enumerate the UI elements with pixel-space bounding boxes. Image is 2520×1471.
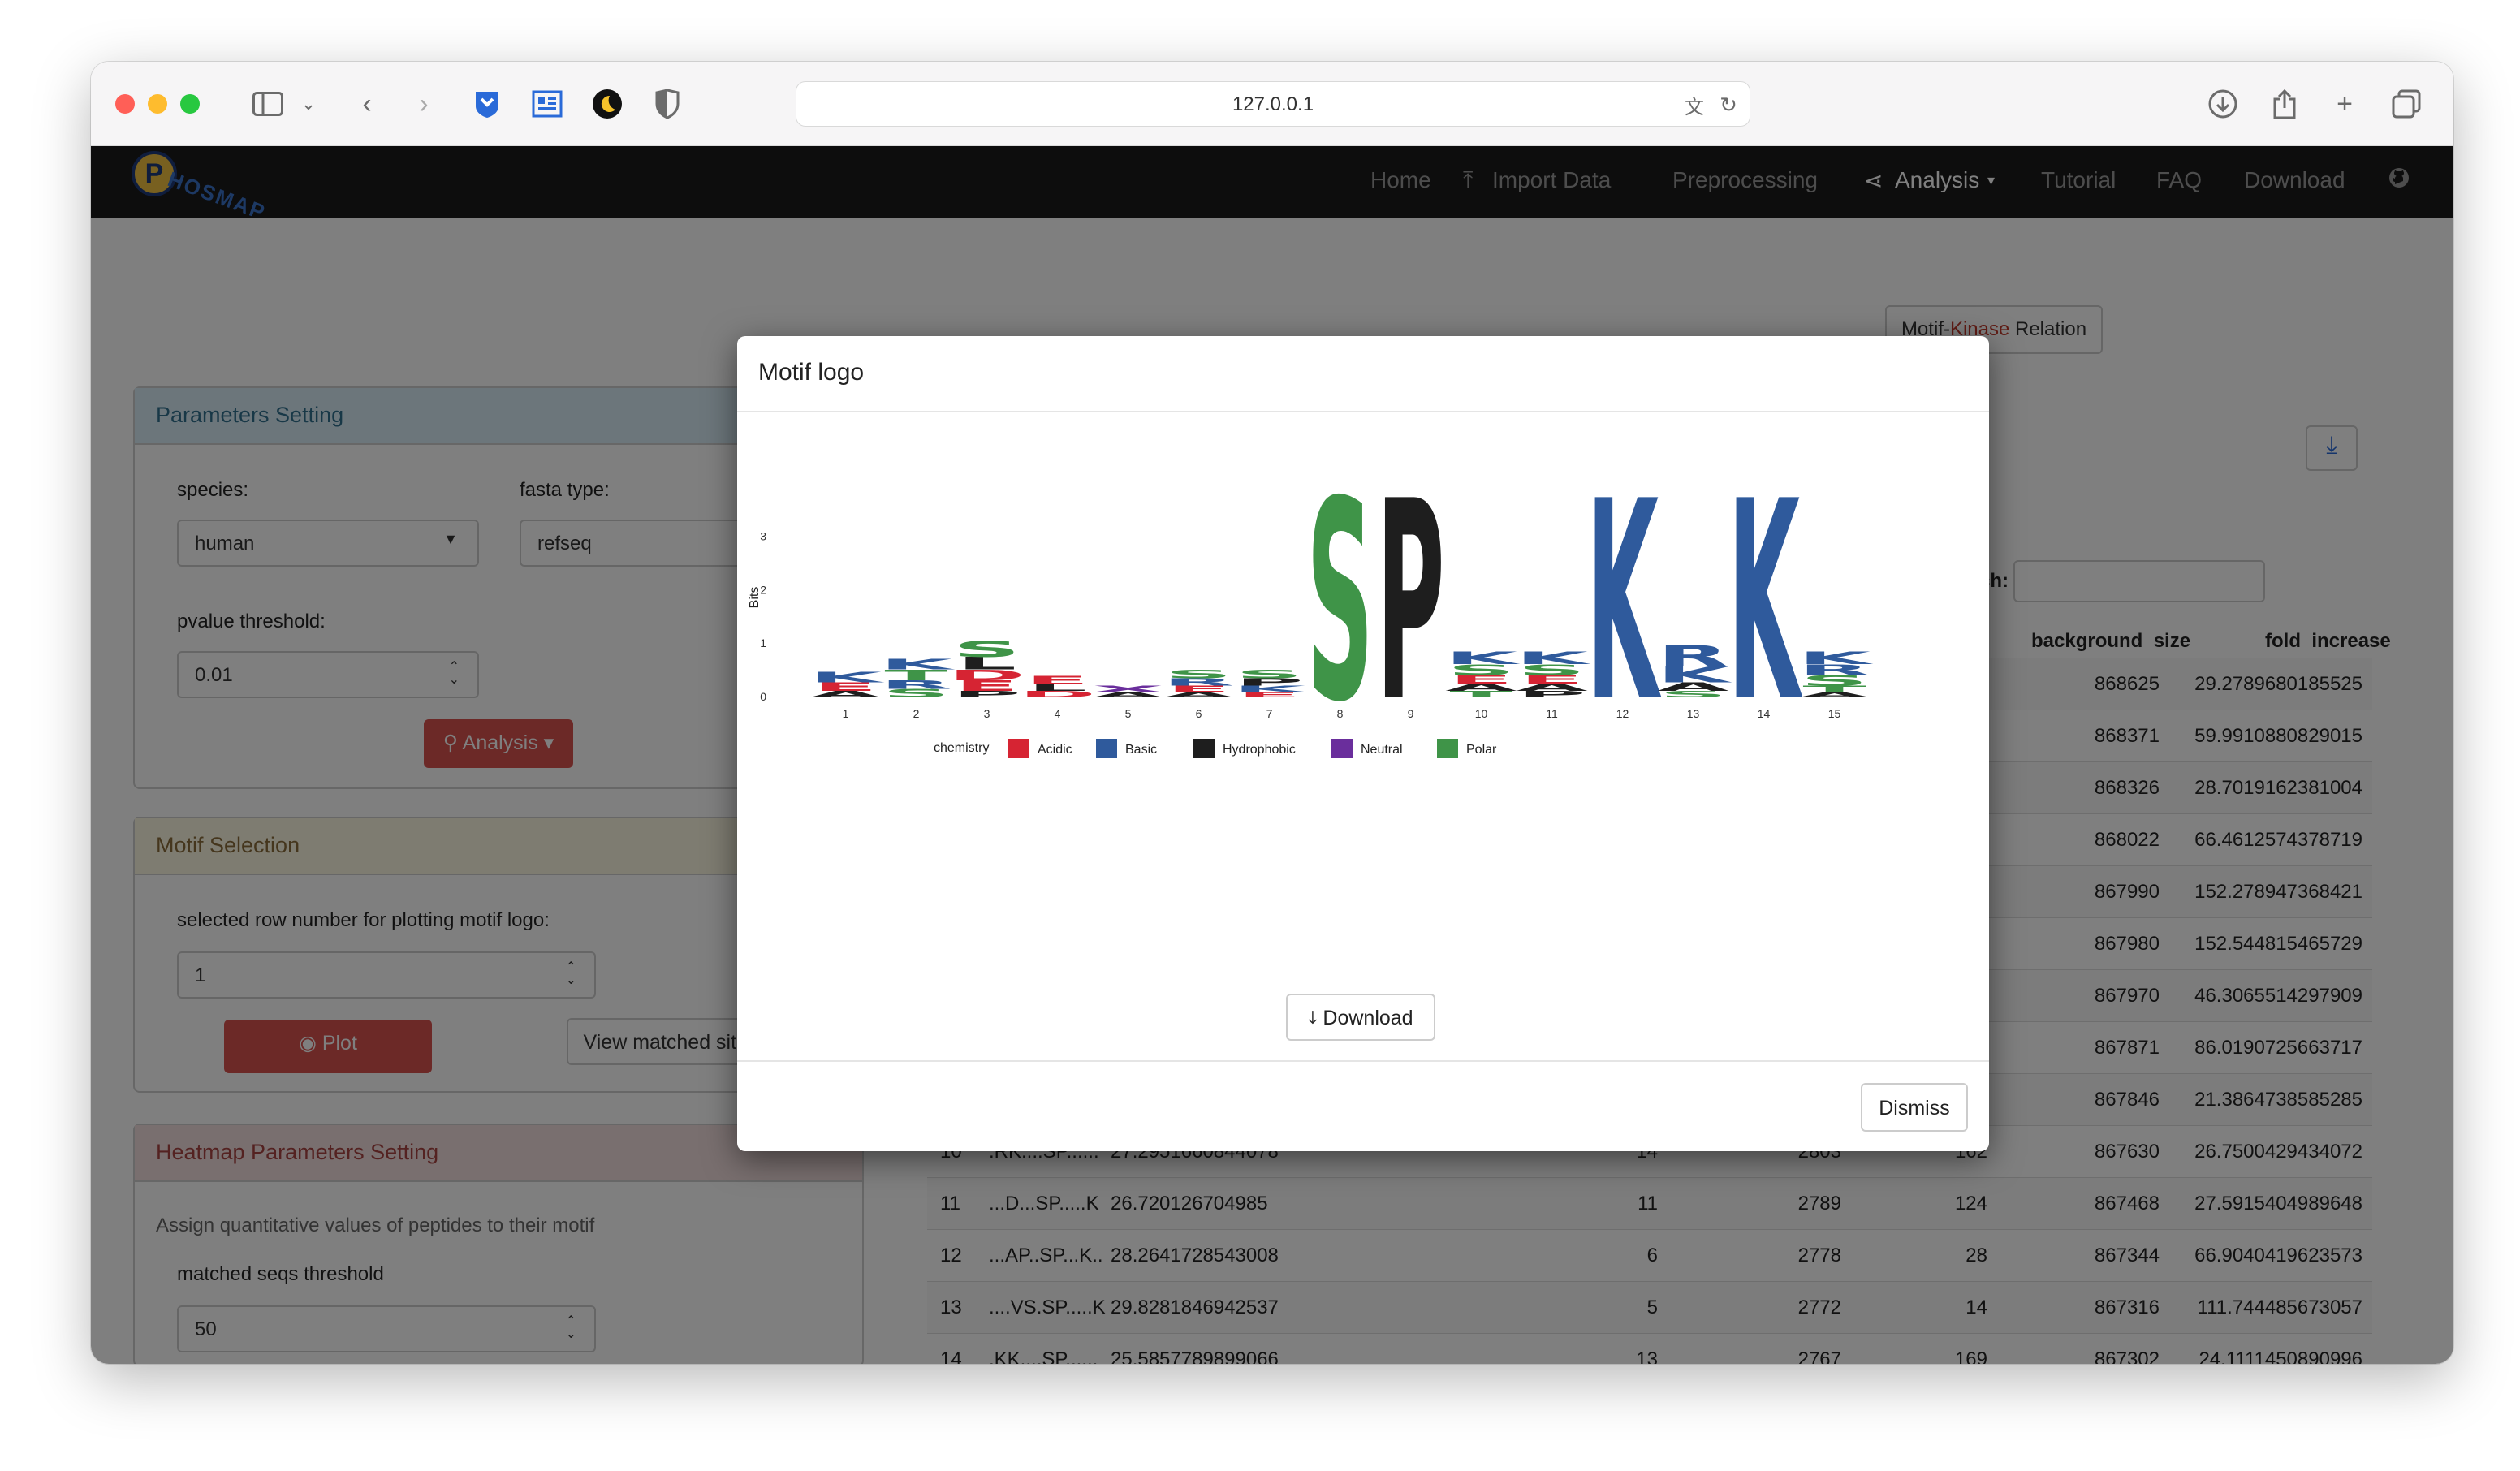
- logo-letter-r: R: [1657, 640, 1728, 674]
- logo-download-label: Download: [1323, 1007, 1413, 1029]
- x-tick-label: 13: [1687, 707, 1700, 720]
- logo-letter-x: X: [1092, 684, 1164, 694]
- downloads-icon[interactable]: [2205, 86, 2241, 122]
- extension-privacy-icon[interactable]: [649, 86, 685, 122]
- extension-moon-icon[interactable]: [589, 86, 625, 122]
- x-tick-label: 1: [843, 707, 849, 720]
- legend-label-polar: Polar: [1466, 743, 1497, 757]
- logo-letter-k: K: [1798, 648, 1874, 668]
- sidebar-icon[interactable]: [250, 86, 286, 122]
- close-window-button[interactable]: [115, 94, 135, 114]
- x-tick-label: 3: [984, 707, 990, 720]
- legend-label-basic: Basic: [1125, 743, 1157, 757]
- y-tick-label: 1: [760, 636, 766, 649]
- legend-swatch-hydrophobic: [1193, 739, 1215, 758]
- reload-icon[interactable]: ↻: [1711, 87, 1746, 123]
- dismiss-button[interactable]: Dismiss: [1861, 1083, 1968, 1132]
- legend-swatch-acidic: [1008, 739, 1029, 758]
- extension-shield-icon[interactable]: [469, 86, 505, 122]
- logo-letter-k: K: [1516, 648, 1591, 668]
- logo-letter-s: S: [1306, 442, 1374, 762]
- legend-label-hydrophobic: Hydrophobic: [1223, 743, 1296, 757]
- extension-grid-icon[interactable]: [529, 86, 565, 122]
- logo-letter-s: S: [1236, 667, 1303, 681]
- translate-icon[interactable]: 文: [1676, 87, 1712, 123]
- new-tab-icon[interactable]: +: [2327, 86, 2362, 122]
- logo-download-button[interactable]: ⤓ Download: [1286, 994, 1435, 1041]
- logo-letter-s: S: [953, 636, 1021, 662]
- logo-letter-e: E: [1025, 674, 1089, 688]
- y-tick-label: 2: [760, 583, 766, 596]
- legend-title: chemistry: [934, 741, 989, 755]
- address-bar[interactable]: 127.0.0.1 文 ↻: [796, 81, 1750, 127]
- x-tick-label: 5: [1125, 707, 1132, 720]
- x-tick-label: 2: [913, 707, 920, 720]
- x-tick-label: 15: [1828, 707, 1841, 720]
- x-tick-label: 10: [1475, 707, 1488, 720]
- zoom-window-button[interactable]: [180, 94, 200, 114]
- logo-letter-p: P: [1376, 442, 1444, 762]
- legend-swatch-basic: [1096, 739, 1117, 758]
- x-tick-label: 7: [1266, 707, 1273, 720]
- minimize-window-button[interactable]: [148, 94, 167, 114]
- chevron-down-icon[interactable]: ⌄: [291, 86, 326, 122]
- x-tick-label: 6: [1196, 707, 1202, 720]
- logo-letter-k: K: [1586, 442, 1662, 762]
- x-tick-label: 11: [1546, 707, 1558, 720]
- logo-letter-s: S: [1165, 667, 1232, 681]
- tab-overview-icon[interactable]: [2388, 86, 2424, 122]
- legend-swatch-polar: [1437, 739, 1458, 758]
- motif-logo-chart: Bits01231AEK2SRTK3PEDLS4DLE5AX6AERS7EKPS…: [748, 442, 1874, 762]
- y-tick-label: 3: [760, 529, 766, 542]
- back-icon[interactable]: ‹: [349, 86, 385, 122]
- share-icon[interactable]: [2267, 86, 2302, 122]
- forward-icon[interactable]: ›: [406, 86, 442, 122]
- legend-label-acidic: Acidic: [1038, 743, 1072, 757]
- motif-logo-modal: Motif logo Bits 0 1 2 3 1 A E K 2 S R T K 3 P E D L S 4 D L E 5 A…: [737, 336, 1989, 1151]
- logo-letter-k: K: [1445, 648, 1521, 668]
- modal-footer: Dismiss: [737, 1060, 1989, 1151]
- logo-letter-k: K: [1728, 442, 1803, 762]
- download-icon: ⤓: [1308, 1007, 1323, 1029]
- logo-letter-k: K: [880, 656, 956, 673]
- url-text: 127.0.0.1: [1232, 93, 1314, 115]
- legend-swatch-neutral: [1331, 739, 1353, 758]
- app-page: P HOSMAP Home ⤒ Import Data Preprocessin…: [91, 146, 2453, 1364]
- browser-window: ⌄ ‹ › 127.0.0.1 文 ↻ + Motif logo Bits 0 …: [91, 62, 2453, 1364]
- y-tick-label: 0: [760, 690, 766, 703]
- legend-label-neutral: Neutral: [1361, 743, 1403, 757]
- modal-title: Motif logo: [737, 336, 1989, 412]
- logo-letter-k: K: [809, 669, 886, 686]
- x-tick-label: 4: [1055, 707, 1061, 720]
- browser-toolbar: ⌄ ‹ › 127.0.0.1 文 ↻ +: [91, 62, 2453, 146]
